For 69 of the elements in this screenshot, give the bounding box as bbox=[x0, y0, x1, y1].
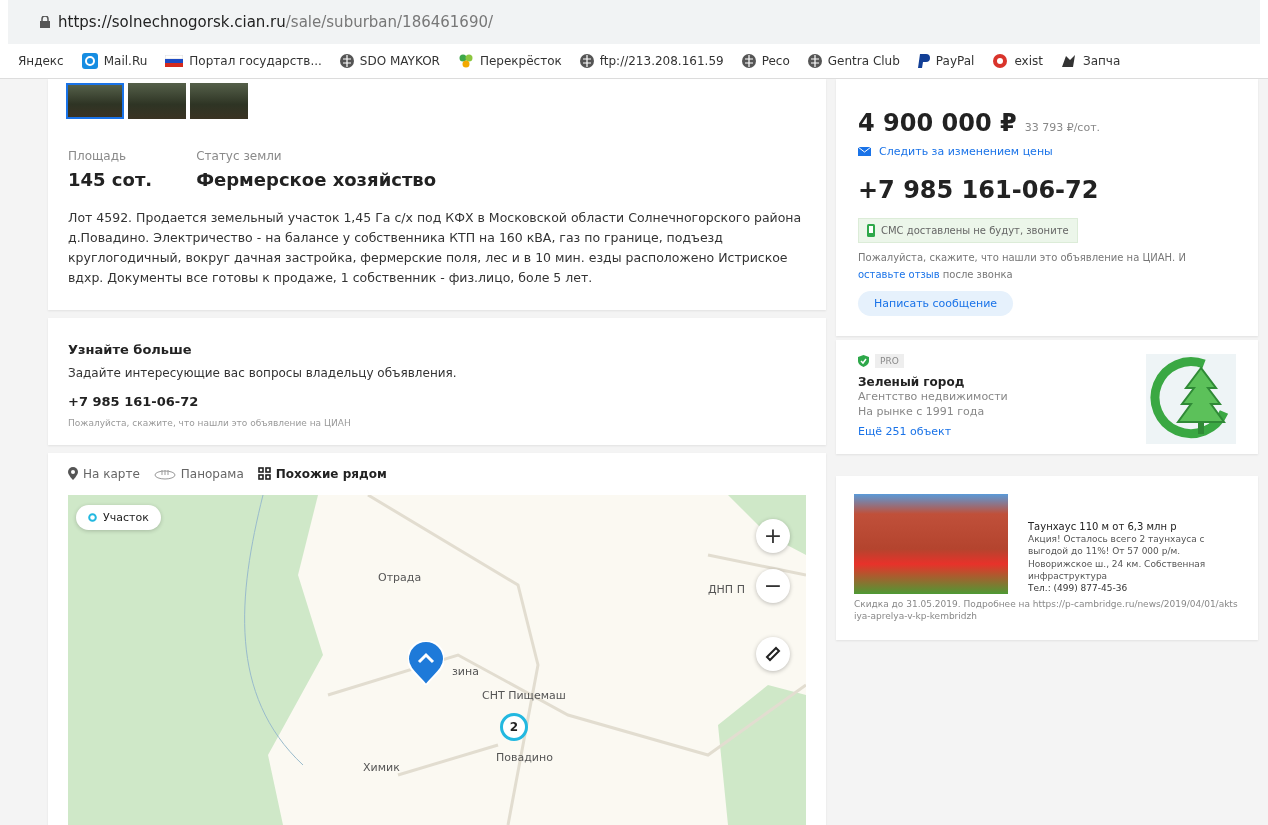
bookmark-link[interactable]: Перекрёсток bbox=[457, 53, 562, 69]
message-button[interactable]: Написать сообщение bbox=[858, 291, 1014, 316]
address-bar[interactable]: https://solnechnogorsk.cian.ru/sale/suburban/186461690/ bbox=[8, 0, 1260, 44]
bookmark-link[interactable]: PayPal bbox=[917, 54, 975, 68]
section-title: Узнайте больше bbox=[68, 342, 193, 357]
at-sign-icon bbox=[81, 53, 98, 69]
clover-icon bbox=[457, 53, 474, 69]
note-text: Пожалуйста, скажите, что нашли это объявление на ЦИАН. И оставьте отзыв после звонка bbox=[858, 251, 1187, 282]
url-text: https://solnechnogorsk.cian.ru/sale/suburban/186461690/ bbox=[58, 13, 494, 31]
envelope-icon bbox=[858, 147, 871, 156]
cluster-marker[interactable]: 2 bbox=[500, 712, 528, 741]
phone-icon bbox=[867, 224, 875, 237]
pin-icon bbox=[68, 467, 78, 481]
price-text: 4 900 000 ₽ bbox=[858, 109, 1017, 137]
place-label: СНТ Пищемаш bbox=[482, 688, 566, 702]
price-per-unit: 33 793 ₽/сот. bbox=[1024, 121, 1101, 134]
description-text: Лот 4592. Продается земельный участок 1,45 Га с/х под КФХ в Московской области Солнечногорского района д.Повадино. Электричество - на балансе у собственника КТП на 160 кВА, газ по границе, подъезд круглогодичный, вокруг дачная застройка, фермерские поля, лес и в 10 мин. езды расположено Истриское вдхр. Документы все готовы к продаже, 1 собственник - физ.лицо, боле 5 лет. bbox=[68, 209, 803, 287]
bookmark-link[interactable]: Peco bbox=[741, 54, 790, 68]
shield-check-icon bbox=[858, 355, 869, 367]
note-text: Пожалуйста, скажите, что нашли это объявление на ЦИАН bbox=[68, 416, 352, 429]
bookmark-link[interactable]: Gentra Club bbox=[807, 54, 900, 68]
pro-badge: PRO bbox=[875, 354, 904, 368]
bookmark-link[interactable]: Портал государств... bbox=[165, 54, 322, 68]
ad-phone: Тел.: (499) 877-45-36 bbox=[1028, 581, 1129, 594]
review-link[interactable]: оставьте отзыв bbox=[858, 269, 940, 280]
param-label: Площадь bbox=[68, 149, 128, 163]
map-tab[interactable]: Панорама bbox=[153, 466, 244, 481]
place-label: Отрада bbox=[378, 570, 422, 584]
section-text: Задайте интересующие вас вопросы владельцу объявления. bbox=[68, 365, 458, 382]
lock-icon bbox=[40, 16, 50, 28]
place-label: Химик bbox=[363, 760, 400, 774]
ruler-button[interactable] bbox=[756, 636, 790, 671]
place-label: зина bbox=[452, 664, 479, 678]
agency-since: На рынке с 1991 года bbox=[858, 405, 986, 420]
watch-price-link[interactable]: Следить за изменением цены bbox=[879, 145, 1053, 158]
photo-thumbnail[interactable] bbox=[128, 83, 186, 119]
phone-number: +7 985 161-06-72 bbox=[858, 176, 1100, 204]
bookmark-link[interactable]: Запча bbox=[1060, 53, 1121, 69]
map-tab[interactable]: На карте bbox=[68, 466, 140, 481]
ruler-icon bbox=[765, 645, 781, 662]
phone-number: +7 985 161-06-72 bbox=[68, 393, 200, 411]
grid-icon bbox=[257, 467, 271, 481]
ad-text: Акция! Осталось всего 2 таунхауса с выгодой до 11%! От 57 000 р/м. Новорижское ш., 24 км. Собственная инфраструктура bbox=[1028, 533, 1207, 582]
bookmark-link[interactable]: Mail.Ru bbox=[81, 53, 148, 69]
agency-type: Агентство недвижимости bbox=[858, 390, 1008, 406]
letter-p-icon bbox=[917, 54, 930, 68]
bookmark-link[interactable]: exist bbox=[992, 53, 1043, 69]
place-label: Повадино bbox=[496, 750, 553, 764]
more-listings-link[interactable]: Ещё 251 объект bbox=[858, 424, 952, 438]
photo-thumbnail[interactable] bbox=[190, 83, 248, 119]
house-pin-icon[interactable] bbox=[408, 640, 444, 685]
param-value: Фермерское хозяйство bbox=[196, 169, 437, 190]
ad-footer: Скидка до 31.05.2019. Подробнее на https://p-cambridge.ru/news/2019/04/01/aktsiya-aprelya-v-kp-kembridzh bbox=[854, 598, 1240, 623]
place-label: ДНП П bbox=[708, 582, 745, 596]
bookmark-link[interactable]: Яндекс bbox=[18, 54, 64, 68]
param-value: 145 сот. bbox=[68, 169, 153, 190]
bookmark-link[interactable]: ftp://213.208.161.59 bbox=[579, 54, 724, 68]
panorama-icon bbox=[153, 467, 176, 480]
bookmark-link[interactable]: SDO MAYKOR bbox=[339, 54, 440, 68]
sms-notice: СМС доставлены не будут, звоните bbox=[858, 218, 1078, 243]
legend-label: Участок bbox=[103, 510, 149, 524]
agency-name: Зеленый город bbox=[858, 374, 966, 391]
flag-icon bbox=[165, 55, 184, 67]
photo-thumbnail[interactable] bbox=[66, 83, 124, 119]
zoom-out-button[interactable]: − bbox=[756, 568, 790, 603]
ring-icon bbox=[88, 512, 97, 522]
map-tab[interactable]: Похожие рядом bbox=[257, 466, 387, 481]
ad-title: Таунхаус 110 м от 6,3 млн р bbox=[1028, 519, 1178, 534]
param-label: Статус земли bbox=[196, 149, 283, 163]
